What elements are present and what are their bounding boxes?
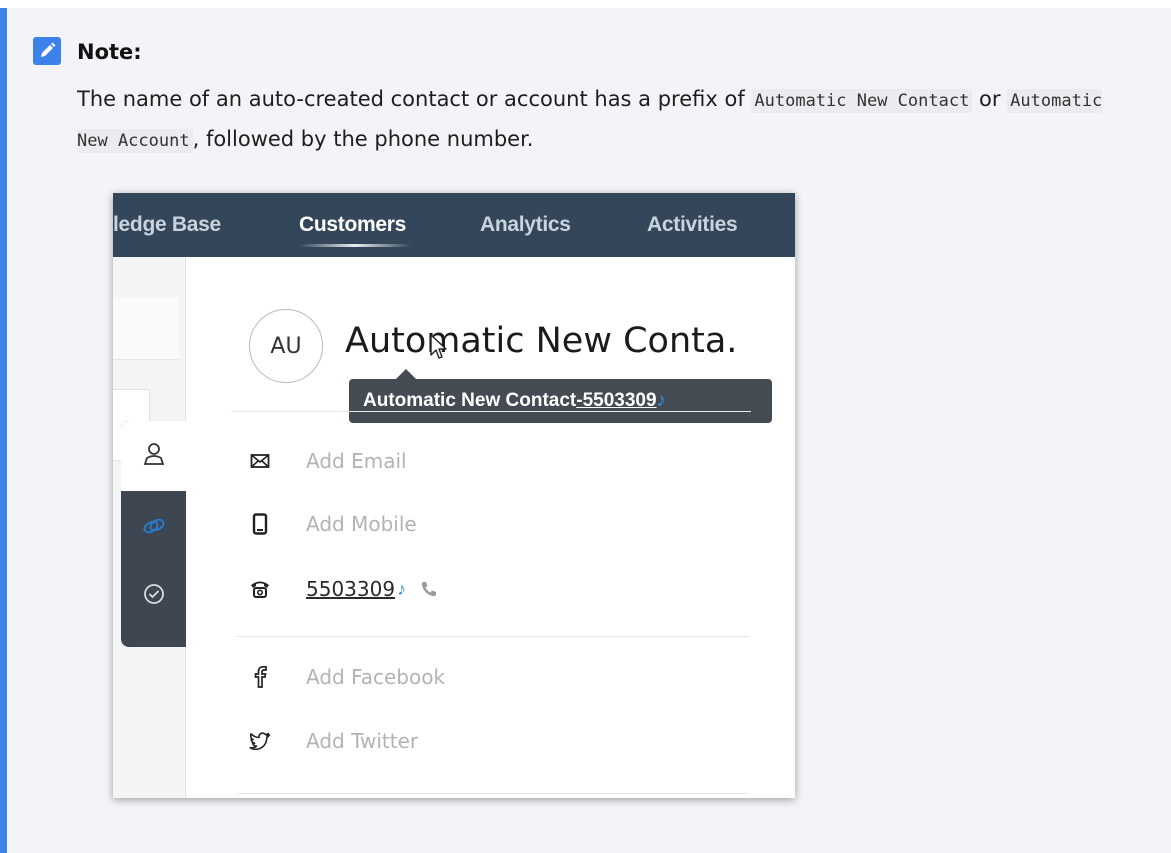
contact-person-icon [141,441,167,472]
top-navigation: ledge Base Customers Analytics Activitie… [113,193,795,257]
email-icon [248,449,272,473]
nav-customers[interactable]: Customers [299,213,406,237]
code-contact-prefix: Automatic New Contact [751,89,973,113]
mobile-icon [248,512,272,536]
note-text-part: or [972,87,1008,111]
embedded-screenshot: ledge Base Customers Analytics Activitie… [113,193,795,798]
add-facebook-link[interactable]: Add Facebook [306,665,445,689]
note-body: The name of an auto-created contact or a… [77,80,1137,160]
twitter-row: Add Twitter [248,726,418,756]
tab-linked[interactable] [121,493,187,563]
side-tabs [121,421,187,647]
nav-activities[interactable]: Activities [647,213,738,237]
divider [231,411,751,412]
divider [237,636,749,637]
add-twitter-link[interactable]: Add Twitter [306,729,418,753]
note-callout: Note: The name of an auto-created contac… [0,8,1171,853]
facebook-row: Add Facebook [248,662,445,692]
contact-detail-pane: AU Automatic New Conta. Automatic New Co… [186,257,795,798]
call-icon: ♪ [656,390,667,411]
active-tab-indicator [299,244,411,247]
nav-analytics[interactable]: Analytics [480,213,571,237]
note-text-part: The name of an auto-created contact or a… [77,87,752,111]
linked-icon [141,513,167,544]
contact-name: Automatic New Conta. [345,321,738,361]
avatar: AU [249,309,323,383]
email-row: Add Email [248,446,407,476]
note-text-part: , followed by the phone number. [192,127,534,151]
tooltip-name: Automatic New Contact [363,390,577,411]
add-email-link[interactable]: Add Email [306,449,407,473]
facebook-icon [248,665,272,689]
name-tooltip: Automatic New Contact-5503309♪ [349,379,772,423]
tooltip-phone: -5503309 [576,390,657,411]
call-icon[interactable] [420,580,438,598]
divider [237,793,749,794]
tooltip-arrow [396,369,416,379]
add-mobile-link[interactable]: Add Mobile [306,512,417,536]
telephone-icon [248,577,272,601]
tab-tasks[interactable] [121,561,187,631]
phone-number-link[interactable]: 5503309 [306,577,395,601]
call-icon[interactable]: ♪ [397,579,406,600]
edit-icon [33,37,61,65]
list-item-placeholder[interactable] [113,297,179,360]
mobile-row: Add Mobile [248,509,417,539]
check-circle-icon [142,582,166,611]
nav-knowledge-base[interactable]: ledge Base [113,213,221,237]
twitter-icon [248,729,272,753]
note-accent-bar [0,8,7,853]
mouse-cursor-icon [429,333,449,366]
note-title: Note: [77,40,142,64]
phone-row: 5503309 ♪ [248,574,438,604]
tab-contact-info[interactable] [121,421,187,491]
